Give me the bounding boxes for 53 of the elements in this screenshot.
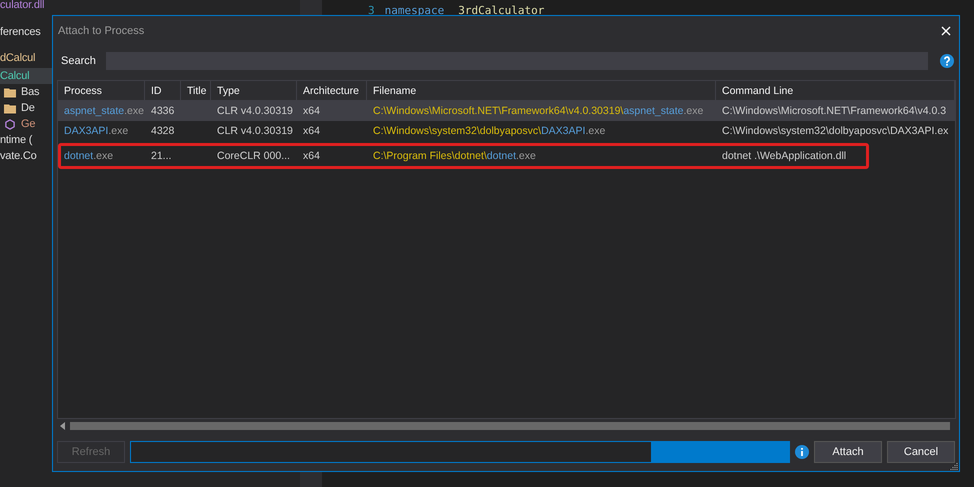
scrollbar-thumb[interactable] [70, 422, 950, 430]
table-cell-text: dotnet.exe [63, 150, 114, 162]
close-icon[interactable] [941, 26, 951, 36]
cube-icon [4, 118, 16, 130]
scroll-left-icon[interactable] [60, 422, 66, 430]
explorer-item[interactable]: ferences [0, 26, 41, 38]
resize-grip-icon[interactable] [950, 462, 958, 470]
info-icon[interactable] [795, 445, 809, 459]
table-cell-text: C:\Windows\system32\dolbyaposvc\DAX3API.exe [372, 125, 606, 137]
table-cell-text: x64 [302, 150, 321, 162]
table-cell-text: C:\Windows\system32\dolbyaposvc\DAX3API.ex [721, 125, 950, 137]
column-header[interactable]: Command Line [716, 81, 955, 100]
explorer-item[interactable]: dCalcul [0, 52, 36, 64]
table-cell-text: 4336 [150, 105, 176, 117]
table-cell-text: CLR v4.0.30319 [216, 105, 294, 117]
column-header[interactable]: Architecture [297, 81, 367, 100]
table-cell-text: x64 [302, 125, 321, 137]
column-header[interactable]: ID [145, 81, 181, 100]
table-cell-text: C:\Windows\Microsoft.NET\Framework64\v4.0.3 [721, 105, 948, 117]
explorer-item[interactable]: Bas [21, 86, 40, 98]
table-cell-text: C:\Windows\Microsoft.NET\Framework64\v4.0.30319\aspnet_state.exe [372, 105, 704, 117]
column-header[interactable]: Process [58, 81, 145, 100]
explorer-item[interactable]: culator.dll [0, 0, 44, 11]
table-cell-text: CoreCLR 000... [216, 150, 291, 162]
explorer-item[interactable]: ntime ( [0, 134, 32, 146]
search-label: Search [61, 55, 96, 67]
table-cell-text: DAX3API.exe [63, 125, 130, 137]
line-number: 3 [368, 4, 375, 17]
table-cell-text: 4328 [150, 125, 176, 137]
table-cell-text: C:\Program Files\dotnet\dotnet.exe [372, 150, 537, 162]
help-icon[interactable] [940, 54, 954, 68]
code-token: 3rdCalculator [458, 4, 544, 17]
table-cell-text: x64 [302, 105, 321, 117]
folder-icon [4, 102, 16, 114]
explorer-item[interactable]: vate.Co [0, 150, 37, 162]
dialog-title: Attach to Process [58, 25, 144, 37]
process-row[interactable]: dotnet.exe 21... CoreCLR 000... x64 C:\Program Files\dotnet\dotnet.exe dotnet .\WebApplication.dll [58, 143, 869, 169]
table-cell-text: 21... [150, 150, 172, 162]
code-token: namespace [384, 4, 444, 17]
table-cell-text: dotnet .\WebApplication.dll [721, 150, 848, 162]
column-header[interactable]: Filename [367, 81, 716, 100]
process-row[interactable]: DAX3API.exe 4328 CLR v4.0.30319 x64 C:\Windows\system32\dolbyaposvc\DAX3API.exe C:\Windows\system32\dolbyaposvc\DAX3API.ex [58, 121, 955, 141]
explorer-item[interactable]: Calcul [0, 70, 30, 82]
table-cell-text: aspnet_state.exe [63, 105, 145, 117]
explorer-item[interactable]: Ge [21, 118, 36, 130]
column-header[interactable]: Type [211, 81, 297, 100]
process-row[interactable]: aspnet_state.exe 4336 CLR v4.0.30319 x64 C:\Windows\Microsoft.NET\Framework64\v4.0.30319\aspnet_state.exe C:\Windows\Microsoft.NET\Framework64\v4.0.3 [58, 101, 955, 121]
column-header[interactable]: Title [181, 81, 211, 100]
attach-button[interactable]: Attach [814, 441, 882, 463]
cancel-button[interactable]: Cancel [887, 441, 955, 463]
folder-icon [4, 86, 16, 98]
table-cell-text: CLR v4.0.30319 [216, 125, 294, 137]
explorer-item[interactable]: De [21, 102, 35, 114]
